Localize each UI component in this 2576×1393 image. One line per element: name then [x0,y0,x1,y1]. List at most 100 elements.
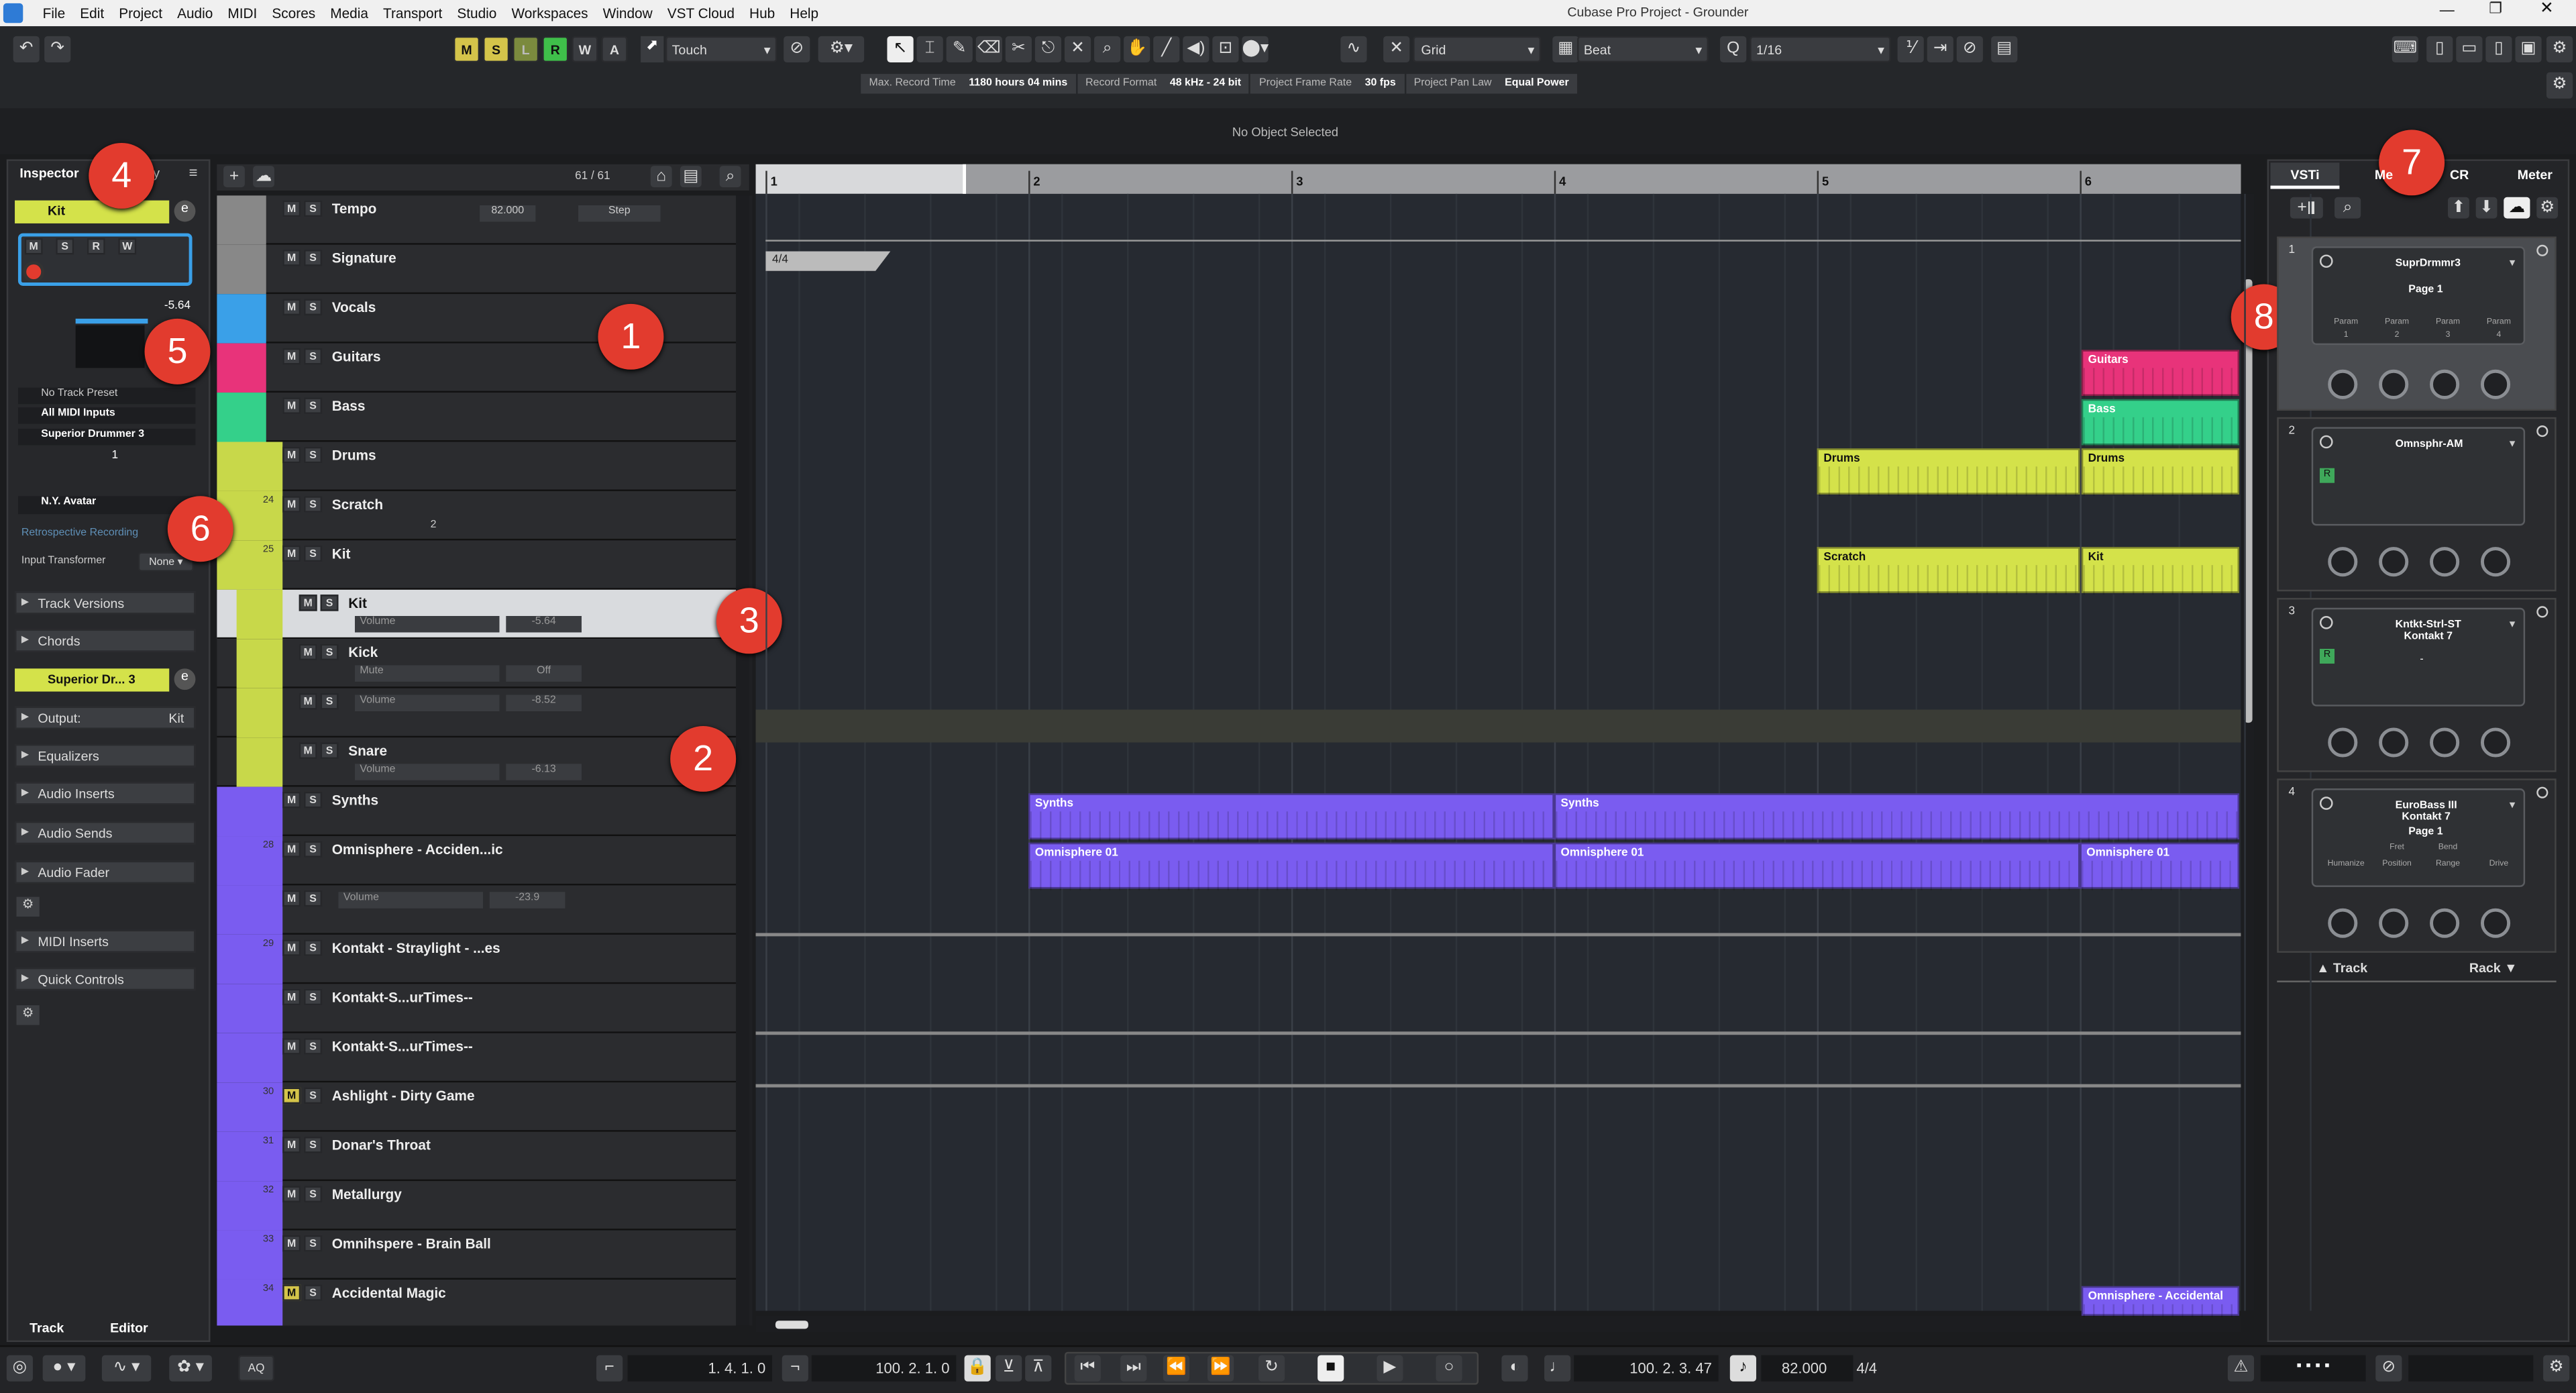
track-s-button[interactable]: S [320,643,339,661]
track-m-button[interactable]: M [282,791,301,809]
track-s-button[interactable]: S [304,496,323,513]
event-display[interactable] [755,193,2241,1311]
track-m-button[interactable]: M [282,397,301,414]
search-icon[interactable]: ⌕ [719,166,741,188]
ref-icon[interactable]: ⊘ [1956,36,1983,63]
tracklist-scrollbar[interactable] [736,195,749,1326]
menu-item-workspaces[interactable]: Workspaces [511,5,588,21]
menu-item-transport[interactable]: Transport [383,5,442,21]
grid-icon[interactable]: ▦ [1552,36,1579,63]
settings-icon[interactable]: ⚙ [16,1005,40,1025]
track-m-button[interactable]: M [282,1137,301,1153]
track-row[interactable]: 31 M S Donar's Throat [217,1131,737,1182]
track-s-button[interactable]: S [304,397,323,414]
retrospective-recording[interactable]: Retrospective Recording [21,527,138,539]
track-s-button[interactable]: S [304,250,323,266]
automation-param[interactable]: Volume [354,616,500,633]
search-icon[interactable]: ⌕ [2334,197,2361,219]
right-zone-icon[interactable]: ▯ [2485,36,2512,63]
punch-in-icon[interactable]: ⊻ [996,1355,1022,1382]
rewind-icon[interactable]: ⏪ [1163,1355,1190,1382]
close-icon[interactable]: ✕ [2540,0,2554,18]
track-s-button[interactable]: S [304,791,323,809]
lower-zone-icon[interactable]: ▭ [2456,36,2483,63]
clip-drums-1[interactable]: Drums [1817,448,2080,497]
clip-scratch[interactable]: Scratch [1817,547,2080,595]
glue-icon[interactable]: ⎋ [1034,36,1062,63]
midi-input[interactable]: All MIDI Inputs [17,407,196,424]
automation-value[interactable]: -23.9 [489,892,566,909]
quick-control-knob[interactable] [2430,727,2460,758]
color-icon[interactable]: ⬤▾ [1242,36,1269,63]
signature-marker[interactable]: 4/4 [765,251,891,271]
track-m-button[interactable]: M [282,1284,301,1301]
erase-icon[interactable]: ⌫ [975,36,1002,63]
hand-icon[interactable]: ✋ [1124,36,1150,63]
rack-slot-3[interactable]: 3 Kntkt-Strl-ST Kontakt 7 ▾ - R [2277,598,2557,772]
chevron-down-icon[interactable]: ▾ [2510,798,2516,811]
mode-button-s[interactable]: S [483,36,510,63]
rack-tab-me[interactable]: Me [2349,162,2418,189]
clip-omnisphere-3[interactable]: Omnisphere 01 [2080,842,2239,890]
track-m-button[interactable]: M [282,446,301,464]
cloud-icon[interactable]: ☁ [2504,197,2530,219]
track-row[interactable]: 25 M S Kit [217,540,737,590]
quick-control-knob[interactable] [2379,727,2409,758]
track-s-button[interactable]: S [304,1087,323,1104]
settings-icon[interactable]: ⚙ [2543,1355,2570,1382]
track-m-button[interactable]: M [282,939,301,956]
section-chords[interactable]: Chords [15,629,196,652]
arrow-up-icon[interactable]: ⬆ [2448,197,2469,219]
track-m-button[interactable]: M [282,545,301,562]
track-row[interactable]: M S Kit Volume -5.64 [217,589,737,639]
menu-item-vst-cloud[interactable]: VST Cloud [667,5,735,21]
layout-icon[interactable]: ▤ [1991,36,2018,63]
track-m-button[interactable]: M [282,250,301,266]
section-track-versions[interactable]: Track Versions [15,591,196,615]
snap-type-select[interactable]: Grid ▾ [1413,36,1542,63]
window-layout-icon[interactable]: ▣ [2515,36,2542,63]
grid-type-select[interactable]: Beat ▾ [1577,36,1709,63]
rack-track-button[interactable]: ▲ Track [2316,961,2367,976]
add-instrument-icon[interactable]: +▮ [2290,197,2323,219]
track-s-button[interactable]: S [304,446,323,464]
rack-tab-meter[interactable]: Meter [2500,162,2569,189]
quick-control-knob[interactable] [2328,369,2358,399]
power-icon[interactable] [2319,254,2333,268]
redo-icon[interactable]: ↷ [44,36,71,63]
menu-item-midi[interactable]: MIDI [227,5,257,21]
track-m-button[interactable]: M [282,1235,301,1252]
track-row[interactable]: 30 M S Ashlight - Dirty Game [217,1082,737,1132]
menu-item-edit[interactable]: Edit [80,5,104,21]
track-row[interactable]: M S Signature [217,244,737,295]
rack-rack-button[interactable]: Rack ▼ [2469,961,2518,976]
record-enable-button[interactable] [23,261,45,283]
track-m-button[interactable]: M [299,742,317,759]
track-s-button[interactable]: S [320,595,339,611]
clip-synths-1[interactable]: Synths [1028,793,1554,841]
arrow-down-icon[interactable]: ⬇ [2475,197,2498,219]
minimize-icon[interactable]: — [2440,1,2455,17]
chevron-down-icon[interactable]: ▾ [2510,437,2516,450]
menu-item-audio[interactable]: Audio [177,5,213,21]
visibility-icon[interactable]: ⌂ [650,166,672,188]
track-m-button[interactable]: M [282,1087,301,1104]
track-m-button[interactable]: M [282,988,301,1006]
track-preset[interactable]: No Track Preset [17,387,196,405]
clip-synths-2[interactable]: Synths [1554,793,2239,841]
tempo-mode[interactable]: Step [578,205,661,222]
track-row[interactable]: M S Volume -23.9 [217,885,737,935]
aq-button[interactable]: AQ [238,1355,274,1382]
record-mode-icon[interactable]: ● ▾ [42,1355,86,1382]
section-output[interactable]: Output: Kit [15,706,196,729]
quick-control-knob[interactable] [2480,908,2511,938]
track-m-button[interactable]: M [299,693,317,710]
play-tool-icon[interactable]: ◀) [1183,36,1210,63]
chevron-down-icon[interactable]: ▾ [2510,256,2516,269]
track-row[interactable]: M S Drums [217,442,737,491]
lock-icon[interactable]: 🔒 [964,1355,991,1382]
line-icon[interactable]: ╱ [1153,36,1180,63]
menu-item-scores[interactable]: Scores [272,5,315,21]
quantize-select[interactable]: 1/16 ▾ [1750,36,1891,63]
track-m-button[interactable]: M [282,1038,301,1055]
